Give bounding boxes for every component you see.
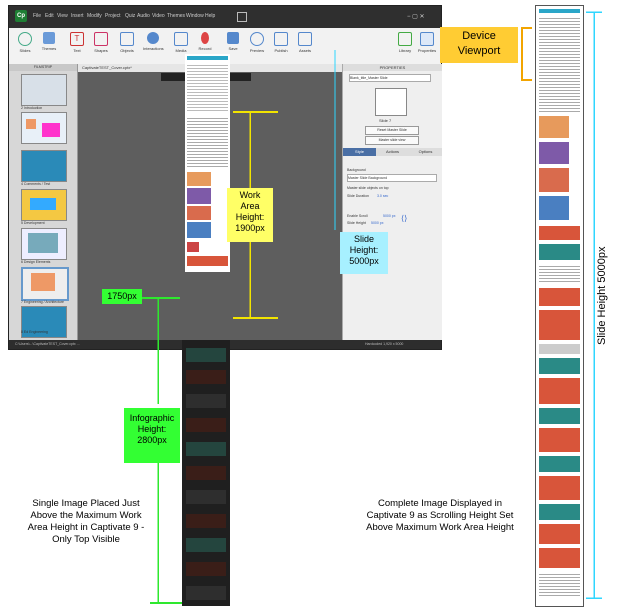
banner <box>539 548 580 568</box>
banner <box>539 524 580 544</box>
banner <box>539 504 580 520</box>
banner <box>539 378 580 404</box>
infographic-height-callout: Infographic Height: 2800px <box>124 408 180 463</box>
banner <box>539 408 580 424</box>
illustration <box>539 142 569 164</box>
slide-height-vertical-label: Slide Height 5000px <box>596 246 608 345</box>
banner <box>539 244 580 260</box>
banner <box>539 226 580 240</box>
banner <box>539 358 580 374</box>
divider-strip <box>539 344 580 354</box>
banner <box>539 288 580 306</box>
banner <box>539 428 580 452</box>
text-block <box>539 572 580 598</box>
illustration <box>539 116 569 138</box>
left-caption: Single Image Placed Just Above the Maxim… <box>27 498 145 545</box>
banner <box>539 476 580 500</box>
work-area-callout: Work Area Height: 1900px <box>227 188 273 242</box>
text-block <box>539 264 580 284</box>
right-caption: Complete Image Displayed in Captivate 9 … <box>366 498 514 533</box>
device-viewport-callout: Device Viewport <box>440 27 518 63</box>
slide-height-callout: Slide Height: 5000px <box>340 232 388 274</box>
device-viewport-bracket <box>521 27 532 81</box>
marker-1750-label: 1750px <box>102 289 142 304</box>
banner <box>539 310 580 340</box>
illustration <box>539 168 569 192</box>
text-block <box>539 16 580 112</box>
full-slide-preview <box>535 5 584 607</box>
banner <box>539 456 580 472</box>
header-strip <box>539 9 580 13</box>
illustration <box>539 196 569 220</box>
